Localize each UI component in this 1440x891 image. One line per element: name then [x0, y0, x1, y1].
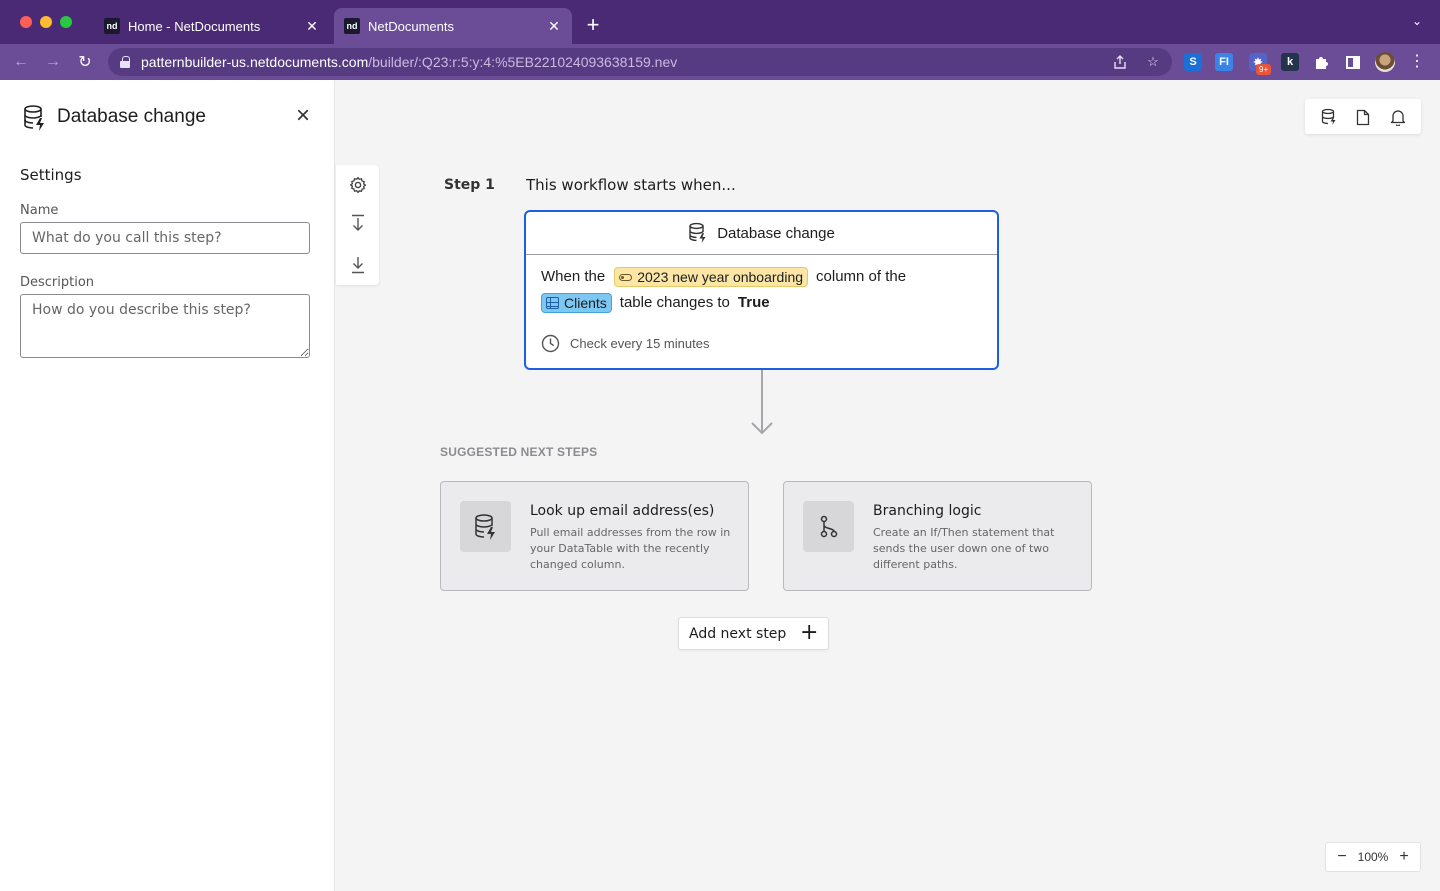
address-bar[interactable]: patternbuilder-us.netdocuments.com/build…	[108, 48, 1172, 76]
zoom-window-button[interactable]	[60, 16, 72, 28]
browser-tab-home[interactable]: nd Home - NetDocuments ✕	[94, 8, 330, 44]
insert-step-icon[interactable]	[347, 212, 369, 234]
description-label: Description	[20, 275, 95, 290]
tab-search-chevron-icon[interactable]: ⌄	[1408, 14, 1426, 28]
close-icon[interactable]: ×	[292, 104, 314, 128]
database-lookup-icon	[460, 501, 511, 552]
plus-icon: +	[800, 620, 819, 645]
card-title: Database change	[717, 224, 835, 242]
connector-arrow	[751, 370, 773, 435]
url-path: /builder/:Q23:r:5:y:4:%5EB22102409363815…	[368, 54, 678, 70]
condition-text: When the	[541, 268, 606, 285]
add-next-step-button[interactable]: Add next step +	[678, 617, 829, 650]
trigger-condition: When the 2023 new year onboarding column…	[541, 264, 985, 316]
settings-heading: Settings	[20, 166, 82, 184]
zoom-out-button[interactable]: −	[1335, 848, 1349, 866]
forward-arrow-icon[interactable]: →	[41, 50, 65, 74]
step-settings-panel: Database change × Settings Name Descript…	[0, 80, 335, 891]
suggestion-title: Look up email address(es)	[530, 503, 715, 519]
share-icon[interactable]	[1110, 52, 1130, 72]
toggle-column-icon	[619, 273, 633, 281]
document-icon[interactable]	[1353, 107, 1373, 127]
zoom-control: − 100% +	[1325, 842, 1421, 872]
suggestion-description: Pull email addresses from the row in you…	[530, 526, 731, 571]
column-chip-label: 2023 new year onboarding	[637, 269, 804, 285]
zoom-in-button[interactable]: +	[1397, 848, 1411, 866]
netdocuments-favicon-icon: nd	[104, 18, 120, 34]
browser-tab-bar: nd Home - NetDocuments ✕ nd NetDocuments…	[0, 0, 1440, 44]
suggestion-description: Create an If/Then statement that sends t…	[873, 526, 1055, 571]
settings-gear-icon[interactable]	[347, 174, 369, 196]
browser-menu-icon[interactable]: ⋮	[1408, 53, 1426, 71]
zoom-level: 100%	[1357, 850, 1389, 864]
condition-text: table changes to	[619, 294, 730, 311]
check-frequency: Check every 15 minutes	[541, 334, 709, 353]
canvas-top-toolbar	[1305, 99, 1421, 134]
suggestion-title: Branching logic	[873, 503, 982, 519]
reload-icon[interactable]: ↻	[73, 50, 97, 74]
new-tab-button[interactable]: +	[582, 14, 604, 36]
browser-tab-netdocuments[interactable]: nd NetDocuments ✕	[334, 8, 572, 44]
table-chip[interactable]: Clients	[541, 293, 612, 313]
netdocuments-favicon-icon: nd	[344, 18, 360, 34]
lock-icon	[120, 56, 130, 68]
suggestion-lookup-email[interactable]: Look up email address(es) Pull email add…	[440, 481, 749, 591]
database-icon[interactable]	[1319, 107, 1339, 127]
notification-bell-icon[interactable]	[1388, 107, 1408, 127]
card-header: Database change	[526, 212, 997, 255]
check-frequency-text: Check every 15 minutes	[570, 336, 710, 351]
table-chip-label: Clients	[564, 295, 607, 311]
table-icon	[546, 297, 559, 309]
minimize-window-button[interactable]	[40, 16, 52, 28]
suggested-steps-heading: SUGGESTED NEXT STEPS	[440, 445, 598, 459]
tab-title: Home - NetDocuments	[128, 18, 261, 34]
add-next-step-label: Add next step	[689, 625, 787, 642]
tab-title: NetDocuments	[368, 18, 454, 34]
step-description-textarea[interactable]	[20, 294, 310, 358]
condition-text: column of the	[816, 268, 907, 285]
close-window-button[interactable]	[20, 16, 32, 28]
condition-value: True	[737, 294, 770, 311]
database-change-icon	[688, 222, 708, 244]
browser-toolbar: ← → ↻ patternbuilder-us.netdocuments.com…	[0, 44, 1440, 80]
branch-icon	[803, 501, 854, 552]
step-name-input[interactable]	[20, 222, 310, 254]
database-change-icon	[22, 104, 48, 132]
side-panel-icon[interactable]	[1344, 53, 1362, 71]
clock-icon	[541, 334, 560, 353]
panel-tool-strip	[336, 165, 379, 285]
profile-avatar[interactable]	[1375, 52, 1395, 72]
close-tab-icon[interactable]: ✕	[304, 18, 320, 34]
step-description: This workflow starts when...	[526, 176, 736, 194]
panel-title: Database change	[57, 106, 206, 127]
bookmark-star-icon[interactable]: ☆	[1143, 52, 1163, 72]
s-extension-icon[interactable]: S	[1184, 53, 1202, 71]
column-chip[interactable]: 2023 new year onboarding	[614, 267, 809, 287]
suggestion-branching-logic[interactable]: Branching logic Create an If/Then statem…	[783, 481, 1092, 591]
extensions-puzzle-icon[interactable]	[1312, 53, 1330, 71]
url-host: patternbuilder-us.netdocuments.com	[141, 54, 369, 70]
extension-badge: 9+	[1256, 64, 1272, 75]
back-arrow-icon[interactable]: ←	[9, 50, 33, 74]
step-label: Step 1	[444, 177, 495, 193]
name-label: Name	[20, 203, 59, 218]
download-icon[interactable]	[347, 254, 369, 276]
close-tab-icon[interactable]: ✕	[546, 18, 562, 34]
k-extension-icon[interactable]: k	[1281, 53, 1299, 71]
f-extension-icon[interactable]: FI	[1215, 53, 1233, 71]
trigger-step-card[interactable]: Database change When the 2023 new year o…	[524, 210, 999, 370]
